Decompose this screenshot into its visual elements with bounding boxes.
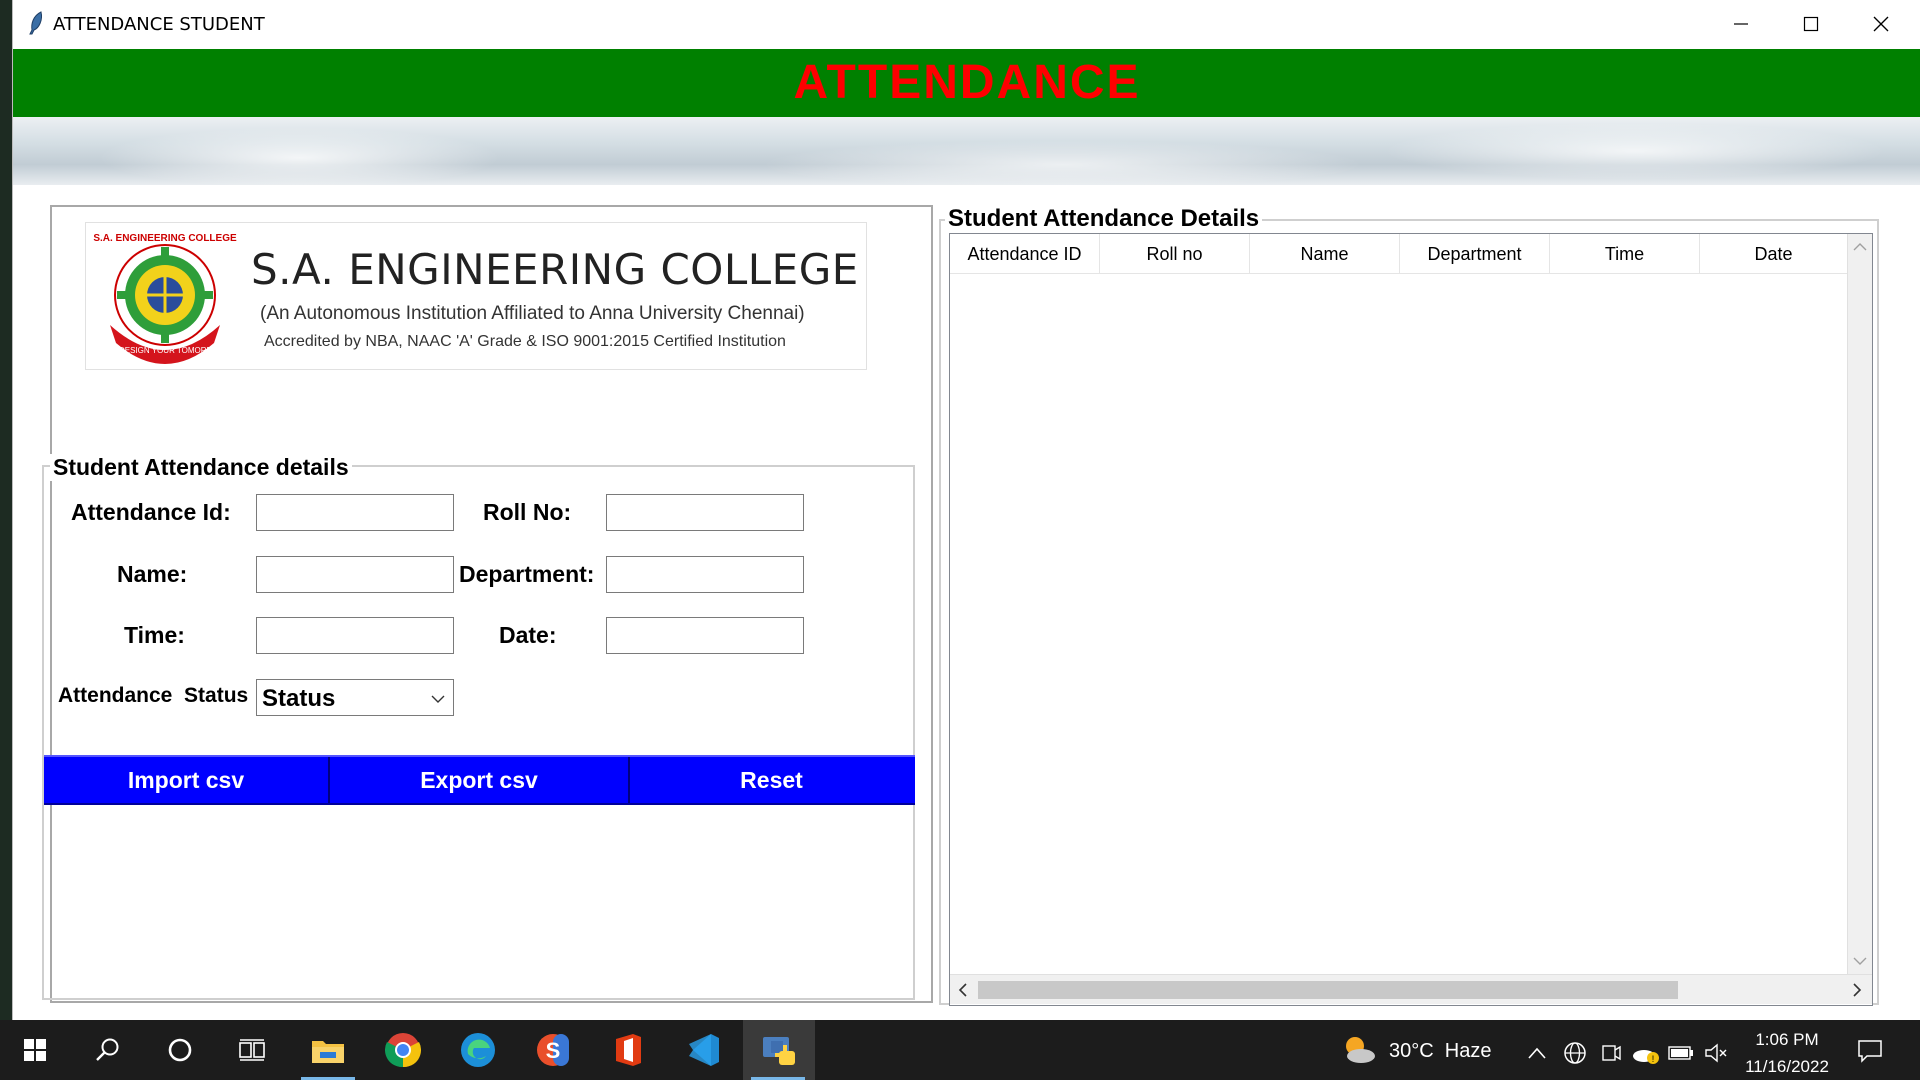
column-header-date[interactable]: Date	[1700, 234, 1847, 274]
scroll-left-icon[interactable]	[958, 983, 968, 997]
student-details-title: Student Attendance details	[50, 454, 352, 481]
horizontal-scrollbar[interactable]	[950, 974, 1872, 1004]
vscode-icon	[689, 1034, 719, 1066]
window-title: ATTENDANCE STUDENT	[53, 14, 265, 35]
college-subtitle: (An Autonomous Institution Affiliated to…	[260, 303, 805, 324]
folder-icon	[312, 1041, 344, 1063]
search-button[interactable]	[73, 1020, 143, 1080]
weather-icon	[1346, 1037, 1375, 1063]
chrome-button[interactable]	[368, 1020, 438, 1080]
chevron-down-icon	[431, 695, 445, 703]
python-icon	[763, 1037, 795, 1065]
notification-icon[interactable]	[1857, 1038, 1883, 1064]
chrome-icon	[385, 1033, 421, 1068]
start-button[interactable]	[0, 1020, 70, 1080]
task-view-icon	[239, 1039, 265, 1061]
cortana-icon	[168, 1038, 192, 1062]
header-banner: ATTENDANCE	[13, 49, 1920, 117]
volume-muted-icon[interactable]	[1704, 1042, 1728, 1064]
office-button[interactable]	[593, 1020, 663, 1080]
maximize-icon	[1803, 16, 1819, 31]
name-input[interactable]	[256, 556, 454, 593]
scroll-right-icon[interactable]	[1852, 983, 1862, 997]
status-selected-value: Status	[262, 685, 336, 712]
column-header-name[interactable]: Name	[1250, 234, 1400, 274]
meet-now-icon[interactable]	[1600, 1042, 1622, 1064]
college-accreditation: Accredited by NBA, NAAC 'A' Grade & ISO …	[264, 333, 786, 350]
windows-icon	[24, 1039, 46, 1061]
banner-title: ATTENDANCE	[793, 56, 1141, 109]
name-label: Name:	[117, 561, 188, 587]
file-explorer-button[interactable]	[293, 1020, 363, 1080]
attendance-status-select[interactable]: Status	[256, 679, 454, 716]
export-csv-button[interactable]: Export csv	[330, 757, 630, 803]
roll-no-label: Roll No:	[483, 499, 572, 525]
maximize-button[interactable]	[1776, 0, 1846, 47]
desktop-edge-left	[0, 0, 12, 1020]
weather-text[interactable]: 30°C Haze	[1389, 1040, 1492, 1063]
vscode-button[interactable]	[668, 1020, 738, 1080]
task-view-button[interactable]	[217, 1020, 287, 1080]
attendance-status-label: Attendance Status	[58, 684, 249, 707]
department-label: Department:	[459, 561, 595, 587]
python-app-button[interactable]	[743, 1020, 815, 1080]
minimize-icon	[1734, 22, 1748, 25]
table-header: Attendance ID Roll no Name Department Ti…	[950, 234, 1847, 274]
scroll-up-icon[interactable]	[1853, 242, 1867, 252]
title-bar[interactable]: ATTENDANCE STUDENT	[13, 0, 1920, 47]
college-emblem-icon: WE DESIGN YOUR TOMORROW S.A. ENGINEERING…	[93, 233, 237, 364]
globe-icon[interactable]	[1563, 1041, 1587, 1065]
date-label: Date:	[499, 622, 557, 648]
vertical-scrollbar[interactable]	[1847, 234, 1872, 974]
attendance-table-title: Student Attendance Details	[945, 205, 1263, 233]
search-icon	[96, 1038, 119, 1061]
scroll-down-icon[interactable]	[1853, 956, 1867, 966]
column-header-attendance-id[interactable]: Attendance ID	[950, 234, 1100, 274]
clock-date: 11/16/2022	[1745, 1057, 1829, 1076]
column-header-department[interactable]: Department	[1400, 234, 1550, 274]
feather-icon	[29, 11, 42, 35]
cortana-button[interactable]	[145, 1020, 215, 1080]
department-input[interactable]	[606, 556, 804, 593]
emblem-top-text: S.A. ENGINEERING COLLEGE	[93, 233, 237, 244]
column-header-time[interactable]: Time	[1550, 234, 1700, 274]
edge-icon	[461, 1033, 495, 1067]
onedrive-warning-icon[interactable]: !	[1631, 1042, 1661, 1066]
clock-time: 1:06 PM	[1755, 1030, 1819, 1049]
close-icon	[1873, 16, 1889, 31]
horizontal-scroll-thumb[interactable]	[978, 981, 1678, 999]
college-logo-banner: WE DESIGN YOUR TOMORROW S.A. ENGINEERING…	[85, 222, 867, 370]
time-input[interactable]	[256, 617, 454, 654]
import-csv-button[interactable]: Import csv	[44, 757, 330, 803]
decorative-sky-strip	[13, 117, 1920, 185]
action-button-bar: Import csv Export csv Reset	[44, 755, 915, 805]
battery-icon[interactable]	[1668, 1044, 1694, 1062]
emblem-ribbon-text: WE DESIGN YOUR TOMORROW	[104, 346, 227, 355]
college-name: S.A. ENGINEERING COLLEGE	[251, 245, 859, 294]
svg-text:S: S	[546, 1038, 561, 1063]
date-input[interactable]	[606, 617, 804, 654]
reset-button[interactable]: Reset	[630, 757, 913, 803]
attendance-table[interactable]: Attendance ID Roll no Name Department Ti…	[949, 233, 1873, 1006]
roll-no-input[interactable]	[606, 494, 804, 531]
edge-button[interactable]	[443, 1020, 513, 1080]
chevron-up-icon[interactable]	[1528, 1046, 1546, 1060]
office-icon	[616, 1034, 641, 1066]
student-details-frame	[42, 465, 915, 1000]
app-s-button[interactable]: S	[518, 1020, 588, 1080]
minimize-button[interactable]	[1706, 0, 1776, 47]
svg-text:!: !	[1652, 1054, 1655, 1064]
time-label: Time:	[124, 622, 185, 648]
attendance-id-label: Attendance Id:	[71, 499, 231, 525]
taskbar-clock[interactable]: 1:06 PM 11/16/2022	[1742, 1026, 1832, 1080]
s-app-icon: S	[537, 1034, 569, 1066]
close-button[interactable]	[1846, 0, 1916, 47]
column-header-roll-no[interactable]: Roll no	[1100, 234, 1250, 274]
attendance-id-input[interactable]	[256, 494, 454, 531]
